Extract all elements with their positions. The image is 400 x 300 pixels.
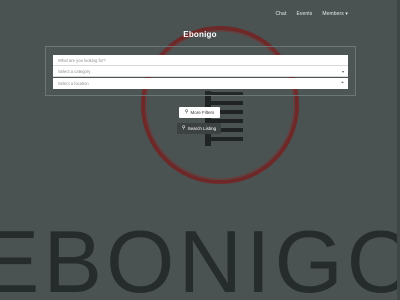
page: EBONIGO Chat Events Members ▾ Ebonigo Wh… [0,0,400,300]
filter-icon: ⚲ [184,109,189,115]
category-placeholder: Select a category [58,69,91,74]
location-placeholder: Select a location [58,81,89,86]
logo-wordmark: EBONIGO [0,212,400,300]
background-logo: EBONIGO [0,26,400,300]
chevron-down-icon: ▾ [345,11,348,17]
search-listing-label: Search Listing [187,126,217,131]
location-input[interactable]: Select a location ⌖ [53,78,348,89]
top-nav: Chat Events Members ▾ [275,11,348,17]
keyword-input[interactable]: What are you looking for? [53,55,348,66]
logo-e-mark [205,91,243,146]
nav-chat[interactable]: Chat [275,11,286,17]
search-listing-button[interactable]: ⚲ Search Listing [177,123,221,134]
nav-events[interactable]: Events [296,11,312,17]
search-form: What are you looking for? Select a categ… [45,46,356,96]
locate-icon[interactable]: ⌖ [341,78,344,89]
site-title[interactable]: Ebonigo [0,30,400,39]
category-select[interactable]: Select a category ▾ [53,66,348,77]
nav-members[interactable]: Members ▾ [322,11,348,17]
more-filters-button[interactable]: ⚲ More Filters [179,107,220,118]
keyword-placeholder: What are you looking for? [58,58,106,63]
nav-members-label: Members [322,11,344,17]
chevron-down-icon: ▾ [341,69,344,74]
search-icon: ⚲ [181,125,186,131]
more-filters-label: More Filters [190,110,215,115]
